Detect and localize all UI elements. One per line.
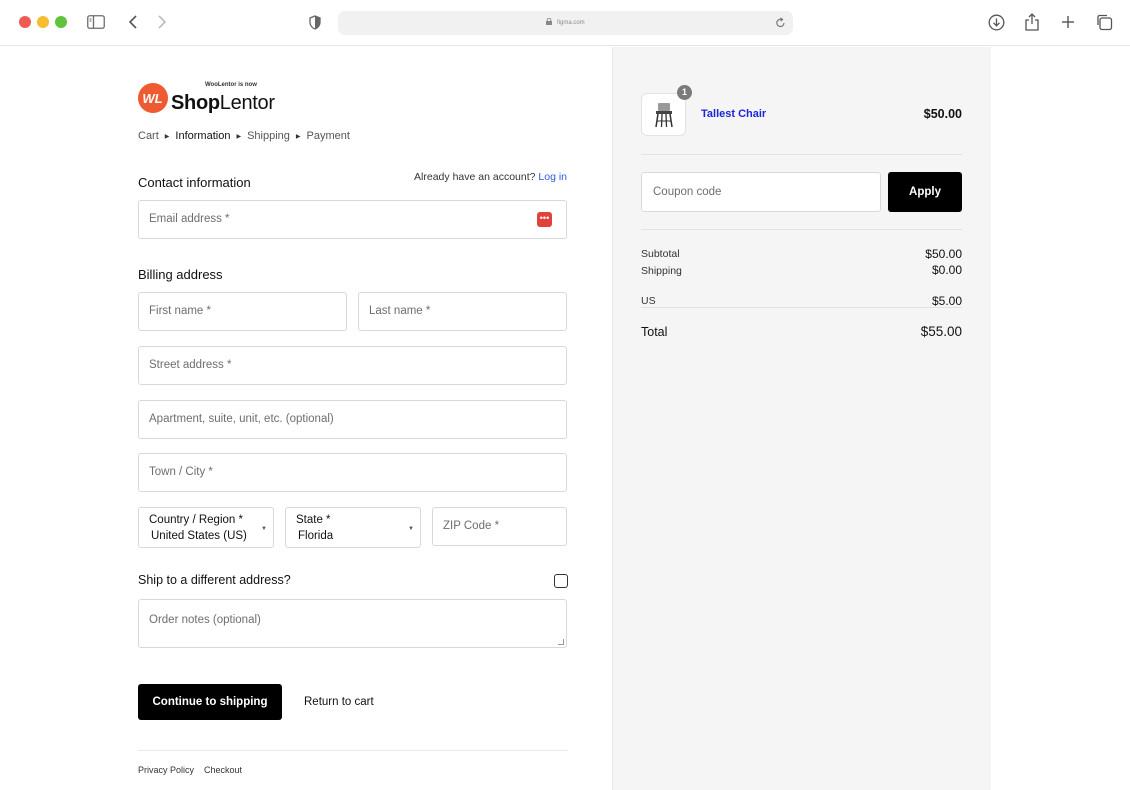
browser-toolbar: figma.com [0,0,1130,46]
chevron-right-icon: ▶ [236,133,242,140]
country-value: United States (US) [151,530,247,542]
shoplentor-logo-mark: WL [138,83,168,113]
breadcrumb-cart[interactable]: Cart [138,130,159,142]
shipping-label: Shipping [641,265,682,277]
download-icon[interactable] [986,12,1006,32]
page-background [991,47,1130,790]
state-label: State * [296,514,331,526]
breadcrumb-shipping: Shipping [247,130,290,142]
footer-divider [138,750,568,751]
reload-icon[interactable] [775,16,786,34]
first-name-field[interactable]: First name * [138,292,347,331]
quantity-badge: 1 [677,85,692,100]
tax-value: $5.00 [931,294,962,308]
subtotal-label: Subtotal [641,248,680,260]
order-summary-panel: 1 Tallest Chair $50.00 Coupon code Apply… [612,47,991,790]
coupon-code-field[interactable]: Coupon code [641,172,881,212]
summary-divider [641,229,962,230]
checkout-link[interactable]: Checkout [204,765,242,775]
apply-coupon-button[interactable]: Apply [888,172,962,212]
ship-different-checkbox[interactable] [554,574,568,588]
summary-divider [641,307,962,308]
back-icon[interactable] [123,12,143,32]
product-price: $50.00 [923,107,962,121]
tax-label: US [641,295,656,307]
logo-tagline: WooLentor is now [205,82,257,88]
breadcrumb-information: Information [175,130,231,142]
state-value: Florida [298,530,334,542]
footer-links: Privacy Policy Checkout [138,765,242,775]
lock-icon [546,17,553,27]
total-label: Total [641,325,668,339]
country-select[interactable]: Country / Region * United States (US) ▼ [138,507,274,548]
tabs-overview-icon[interactable] [1094,12,1114,32]
billing-address-heading: Billing address [138,267,223,282]
shoplentor-logo[interactable]: WL WooLentor is now ShopLentor [138,82,278,116]
chevron-down-icon: ▼ [261,526,267,532]
account-prompt: Already have an account? Log in [414,171,567,183]
privacy-policy-link[interactable]: Privacy Policy [138,765,194,775]
product-thumbnail [641,93,686,136]
city-field[interactable]: Town / City * [138,453,567,492]
chevron-down-icon: ▼ [408,526,414,532]
url-text: figma.com [556,20,585,26]
chair-icon [654,102,673,127]
share-icon[interactable] [1022,12,1042,32]
login-link[interactable]: Log in [538,171,567,183]
resize-handle-icon[interactable] [558,639,564,645]
sidebar-icon[interactable] [86,12,106,32]
order-notes-field[interactable]: Order notes (optional) [138,599,567,648]
ship-different-label: Ship to a different address? [138,573,291,587]
shipping-value: $0.00 [931,263,962,277]
address-bar[interactable]: figma.com [338,11,793,35]
subtotal-value: $50.00 [925,247,962,261]
contact-information-heading: Contact information [138,175,251,190]
shield-icon[interactable] [305,12,325,32]
close-window-button[interactable] [19,16,31,28]
product-name-link[interactable]: Tallest Chair [701,108,766,120]
forward-icon[interactable] [152,12,172,32]
chevron-right-icon: ▶ [164,133,170,140]
zip-code-field[interactable]: ZIP Code * [432,507,567,546]
new-tab-icon[interactable] [1058,12,1078,32]
apartment-field[interactable]: Apartment, suite, unit, etc. (optional) [138,400,567,439]
last-name-field[interactable]: Last name * [358,292,567,331]
state-select[interactable]: State * Florida ▼ [285,507,421,548]
total-value: $55.00 [920,324,962,339]
breadcrumb-payment: Payment [306,130,350,142]
breadcrumb: Cart ▶ Information ▶ Shipping ▶ Payment [138,130,350,142]
continue-to-shipping-button[interactable]: Continue to shipping [138,684,282,720]
checkout-form-panel: WL WooLentor is now ShopLentor Cart ▶ In… [0,47,612,790]
minimize-window-button[interactable] [37,16,49,28]
country-label: Country / Region * [149,514,243,526]
email-placeholder: Email address * [149,213,230,225]
password-manager-icon[interactable]: ••• [537,212,552,227]
zoom-window-button[interactable] [55,16,67,28]
return-to-cart-link[interactable]: Return to cart [304,696,374,708]
chevron-right-icon: ▶ [295,133,301,140]
email-field[interactable]: Email address * ••• [138,200,567,239]
summary-divider [641,154,962,155]
svg-text:WL: WL [142,91,162,106]
logo-wordmark: ShopLentor [171,92,275,114]
street-address-field[interactable]: Street address * [138,346,567,385]
